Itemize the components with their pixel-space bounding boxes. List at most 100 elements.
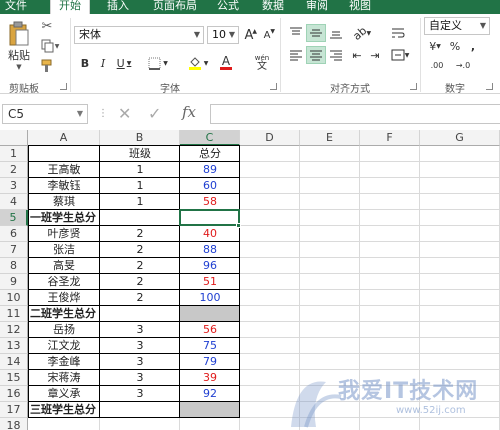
select-all-corner[interactable] xyxy=(0,130,28,146)
cell-name[interactable]: 张洁 xyxy=(28,242,100,258)
cell-header-class[interactable]: 班级 xyxy=(100,146,180,162)
align-center-button[interactable] xyxy=(306,46,326,64)
cell-class[interactable]: 1 xyxy=(100,194,180,210)
cell-name[interactable]: 章义承 xyxy=(28,386,100,402)
decrease-indent-button[interactable]: ⇤ xyxy=(348,46,366,64)
borders-button[interactable]: ▼ xyxy=(146,54,170,72)
ribbon-tab[interactable]: 公式 xyxy=(210,0,246,14)
cell-name[interactable]: 李敏钰 xyxy=(28,178,100,194)
cell-class[interactable]: 3 xyxy=(100,386,180,402)
column-header[interactable]: F xyxy=(360,130,420,146)
phonetic-button[interactable]: wén 文 xyxy=(250,54,274,72)
row-header[interactable]: 11 xyxy=(0,306,28,322)
cell-score[interactable]: 92 xyxy=(180,386,240,402)
cell-class[interactable]: 3 xyxy=(100,338,180,354)
cell-name[interactable]: 江文龙 xyxy=(28,338,100,354)
cell-score[interactable]: 58 xyxy=(180,194,240,210)
row-header[interactable]: 1 xyxy=(0,146,28,162)
column-header[interactable]: A xyxy=(28,130,100,146)
wrap-text-button[interactable] xyxy=(388,24,408,42)
subtotal-label[interactable]: 三班学生总分 xyxy=(30,402,96,418)
cell-score[interactable]: 100 xyxy=(180,290,240,306)
ribbon-tab[interactable]: 数据 xyxy=(255,0,291,14)
align-top-button[interactable] xyxy=(286,24,306,42)
cancel-icon[interactable]: ✕ xyxy=(118,104,131,123)
grow-font-button[interactable]: A ▲ xyxy=(242,26,257,44)
ribbon-tab[interactable]: 开始 xyxy=(50,0,90,14)
merge-center-button[interactable]: ▼ xyxy=(388,46,412,64)
ribbon-tab[interactable]: 文件 xyxy=(0,0,32,14)
row-header[interactable]: 7 xyxy=(0,242,28,258)
row-header[interactable]: 6 xyxy=(0,226,28,242)
cell-class[interactable]: 2 xyxy=(100,226,180,242)
fill-color-button[interactable]: ▼ xyxy=(186,54,210,72)
cell-score[interactable]: 51 xyxy=(180,274,240,290)
cell-class[interactable]: 3 xyxy=(100,370,180,386)
align-middle-button[interactable] xyxy=(306,24,326,42)
row-header[interactable]: 16 xyxy=(0,386,28,402)
cell-class[interactable]: 1 xyxy=(100,162,180,178)
column-header[interactable]: G xyxy=(420,130,500,146)
cell-name[interactable]: 宋蒋涛 xyxy=(28,370,100,386)
cell-name[interactable]: 王俊烨 xyxy=(28,290,100,306)
cell-name[interactable]: 王高敏 xyxy=(28,162,100,178)
cell-name[interactable]: 谷圣龙 xyxy=(28,274,100,290)
name-box[interactable]: C5 ▼ xyxy=(2,104,88,124)
formula-input[interactable] xyxy=(210,104,500,124)
cell-class[interactable]: 3 xyxy=(100,354,180,370)
align-left-button[interactable] xyxy=(286,46,306,64)
cell-name[interactable]: 叶彦贤 xyxy=(28,226,100,242)
cell-score[interactable]: 89 xyxy=(180,162,240,178)
ribbon-tab[interactable]: 页面布局 xyxy=(145,0,205,14)
alignment-launcher[interactable] xyxy=(410,83,417,90)
cell-class[interactable]: 2 xyxy=(100,258,180,274)
cell-score[interactable]: 39 xyxy=(180,370,240,386)
cell-name[interactable]: 高旻 xyxy=(28,258,100,274)
enter-icon[interactable]: ✓ xyxy=(148,104,161,123)
cell-score[interactable]: 40 xyxy=(180,226,240,242)
paste-button[interactable]: 粘贴 ▼ xyxy=(4,18,34,74)
clipboard-launcher[interactable] xyxy=(60,83,67,90)
cell-name[interactable]: 李金峰 xyxy=(28,354,100,370)
cell-class[interactable]: 2 xyxy=(100,242,180,258)
cell-class[interactable]: 2 xyxy=(100,274,180,290)
shrink-font-button[interactable]: A ▼ xyxy=(260,26,275,44)
row-header[interactable]: 18 xyxy=(0,418,28,430)
cell-score[interactable]: 56 xyxy=(180,322,240,338)
cell-score[interactable]: 75 xyxy=(180,338,240,354)
align-right-button[interactable] xyxy=(326,46,346,64)
selected-cell[interactable] xyxy=(179,209,240,226)
row-header[interactable]: 17 xyxy=(0,402,28,418)
resize-handle[interactable]: ⋮ xyxy=(98,108,108,119)
fill-handle[interactable] xyxy=(236,223,241,228)
comma-button[interactable]: , xyxy=(466,38,480,54)
cell-name[interactable]: 岳扬 xyxy=(28,322,100,338)
cut-button[interactable]: ✂ xyxy=(38,18,56,34)
row-header[interactable]: 12 xyxy=(0,322,28,338)
row-header[interactable]: 14 xyxy=(0,354,28,370)
row-header[interactable]: 3 xyxy=(0,178,28,194)
row-header[interactable]: 13 xyxy=(0,338,28,354)
row-header[interactable]: 8 xyxy=(0,258,28,274)
underline-button[interactable]: U ▼ xyxy=(114,54,134,72)
ribbon-tab[interactable]: 审阅 xyxy=(300,0,334,14)
font-size-combo[interactable]: 10 ▼ xyxy=(207,26,239,44)
currency-button[interactable]: ¥ ▼ xyxy=(426,38,444,54)
row-header[interactable]: 2 xyxy=(0,162,28,178)
column-header[interactable]: C xyxy=(180,130,240,146)
cell-class[interactable]: 2 xyxy=(100,290,180,306)
cell-header-score[interactable]: 总分 xyxy=(180,146,240,162)
row-header[interactable]: 10 xyxy=(0,290,28,306)
column-header[interactable]: D xyxy=(240,130,300,146)
number-launcher[interactable] xyxy=(486,83,493,90)
column-header[interactable]: E xyxy=(300,130,360,146)
font-launcher[interactable] xyxy=(270,83,277,90)
copy-button[interactable]: ▼ xyxy=(38,38,62,54)
subtotal-label[interactable]: 一班学生总分 xyxy=(30,210,96,226)
decrease-decimal-button[interactable]: →.0 xyxy=(452,58,474,72)
format-painter-button[interactable] xyxy=(38,58,56,74)
italic-button[interactable]: I xyxy=(96,54,110,72)
row-header[interactable]: 9 xyxy=(0,274,28,290)
column-header[interactable]: B xyxy=(100,130,180,146)
cell-name[interactable]: 蔡琪 xyxy=(28,194,100,210)
